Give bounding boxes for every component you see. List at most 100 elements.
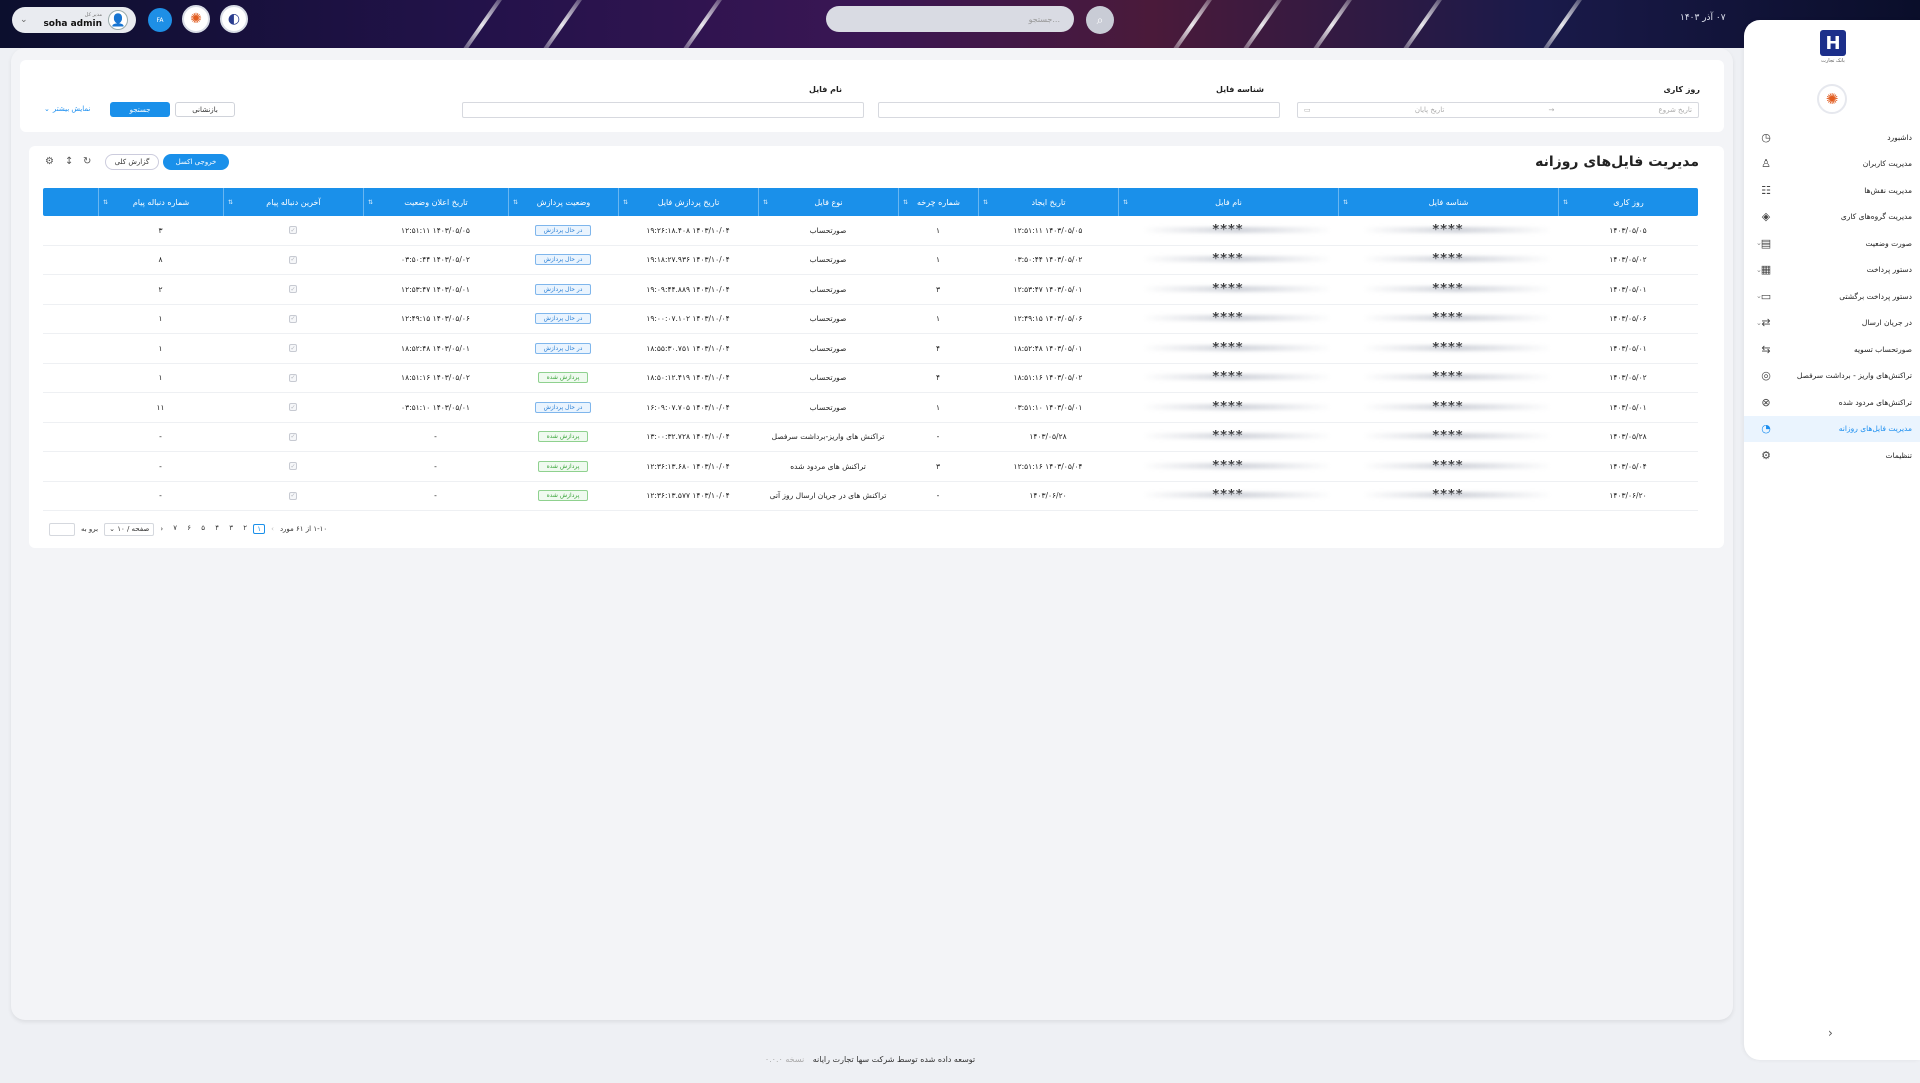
summary-report-button[interactable]: گزارش کلی <box>105 154 159 170</box>
file-name-input[interactable] <box>462 102 864 118</box>
redaction-blur <box>1362 492 1553 499</box>
chevron-down-icon[interactable]: ⌄ <box>1756 292 1762 300</box>
sidebar-item[interactable]: ◔ مدیریت فایل‌های روزانه <box>1744 415 1920 442</box>
settings-icon[interactable]: ⚙ <box>45 156 54 167</box>
sidebar-item[interactable]: ⊗ تراکنش‌های مردود شده <box>1744 389 1920 416</box>
column-height-icon[interactable]: ↕ <box>65 156 73 167</box>
column-header[interactable]: شماره دنباله پیام ⇅ <box>98 188 223 216</box>
column-header-label: نوع فایل <box>814 197 843 207</box>
search-icon[interactable]: ⌕ <box>1086 6 1114 34</box>
table-row[interactable]: ۱۴۰۳/۰۵/۰۱ **** **** ۱۴۰۳/۰۵/۰۱ ۱۸:۵۲:۴۸ ۴ صو… <box>43 334 1698 364</box>
sort-icon[interactable]: ⇅ <box>228 199 233 206</box>
column-header[interactable]: وضعیت پردازش ⇅ <box>508 188 618 216</box>
sidebar-item-label: صورت وضعیت <box>1865 238 1912 248</box>
brand-caption: بانک تجارت <box>1821 58 1845 64</box>
sidebar-item[interactable]: ▭ دستور پرداخت برگشتی ⌄ <box>1744 283 1920 310</box>
file-id-input[interactable] <box>878 102 1280 118</box>
redaction-blur <box>1362 315 1553 322</box>
sidebar-item[interactable]: ☷ مدیریت نقش‌ها <box>1744 177 1920 204</box>
table-row[interactable]: ۱۴۰۳/۰۵/۰۱ **** **** ۱۴۰۳/۰۵/۰۱ ۱۲:۵۳:۴۷ ۳ صو… <box>43 275 1698 305</box>
table-cell: ۱۴۰۳/۱۰/۰۴ ۱۸:۵۵:۳۰.۷۵۱ <box>646 343 730 353</box>
table-cell: ۱۴۰۳/۰۵/۰۱ ۰۳:۵۱:۱۰ <box>1013 402 1083 412</box>
sidebar-item-label: صورتحساب تسویه <box>1854 344 1912 354</box>
sort-icon[interactable]: ⇅ <box>1123 199 1128 206</box>
table-row[interactable]: ۱۴۰۳/۰۵/۰۲ **** **** ۱۴۰۳/۰۵/۰۲ ۰۳:۵۰:۴۴ ۱ صو… <box>43 246 1698 275</box>
sidebar-item[interactable]: ⇄ در جریان ارسال ⌄ <box>1744 310 1920 337</box>
user-menu[interactable]: ⌄ مدیر کل soha admin 👤 <box>12 7 136 33</box>
chevron-down-icon[interactable]: ⌄ <box>1756 239 1762 247</box>
sidebar-item[interactable]: ◈ مدیریت گروه‌های کاری <box>1744 204 1920 231</box>
language-switch[interactable]: FA <box>148 8 172 32</box>
table-row[interactable]: ۱۴۰۳/۰۵/۰۱ **** **** ۱۴۰۳/۰۵/۰۱ ۰۳:۵۱:۱۰ ۱ صو… <box>43 393 1698 423</box>
sort-icon[interactable]: ⇅ <box>368 199 373 206</box>
sort-icon[interactable]: ⇅ <box>103 199 108 206</box>
table-row[interactable]: ۱۴۰۳/۰۵/۰۶ **** **** ۱۴۰۳/۰۵/۰۶ ۱۲:۴۹:۱۵ ۱ صو… <box>43 305 1698 334</box>
show-more-link[interactable]: ⌄ نمایش بیشتر <box>44 105 90 113</box>
redaction-blur <box>1142 403 1333 410</box>
column-header[interactable]: شناسه فایل ⇅ <box>1338 188 1558 216</box>
table-cell: ۱۴۰۳/۱۰/۰۴ ۱۲:۳۶:۱۳.۶۸۰ <box>646 461 730 471</box>
next-page-icon[interactable]: › <box>160 525 163 533</box>
sort-icon[interactable]: ⇅ <box>1563 199 1568 206</box>
reload-icon[interactable]: ↻ <box>83 156 91 167</box>
sidebar-item[interactable]: ▦ دستور پرداخت ⌄ <box>1744 257 1920 284</box>
masked-value: **** <box>1142 488 1333 503</box>
page-number[interactable]: ۶ <box>183 524 195 534</box>
page-size-select[interactable]: ⌄ ۱۰ / صفحه <box>104 522 155 536</box>
table-row[interactable]: ۱۴۰۳/۰۵/۲۸ **** **** ۱۴۰۳/۰۵/۲۸ - تراکنش های … <box>43 423 1698 452</box>
redaction-blur <box>1142 226 1333 233</box>
status-badge: در حال پردازش <box>534 342 592 354</box>
table-row[interactable]: ۱۴۰۳/۰۶/۲۰ **** **** ۱۴۰۳/۰۶/۲۰ - تراکنش های … <box>43 482 1698 511</box>
checkbox-icon: ✓ <box>289 226 297 235</box>
masked-value: **** <box>1142 370 1333 385</box>
sidebar-item-label: دستور پرداخت برگشتی <box>1839 291 1912 301</box>
sort-icon[interactable]: ⇅ <box>623 199 628 206</box>
status-cell: پردازش شده <box>508 452 618 481</box>
search-button[interactable]: جستجو <box>110 102 170 117</box>
column-header[interactable]: آخرین دنباله پیام ⇅ <box>223 188 363 216</box>
page-number[interactable]: ۳ <box>225 524 237 534</box>
sort-icon[interactable]: ⇅ <box>1343 199 1348 206</box>
page-number[interactable]: ۴ <box>211 524 223 534</box>
redaction-blur <box>1362 256 1553 263</box>
column-header[interactable]: روز کاری ⇅ <box>1558 188 1698 216</box>
page-number[interactable]: ۲ <box>239 524 251 534</box>
sidebar-item[interactable]: ⚙ تنظیمات <box>1744 442 1920 469</box>
table-cell: ۱۴۰۳/۰۵/۰۱ <box>1609 284 1647 294</box>
sort-icon[interactable]: ⇅ <box>763 199 768 206</box>
sort-icon[interactable]: ⇅ <box>903 199 908 206</box>
collapse-sidebar-icon[interactable]: › <box>1828 1026 1833 1040</box>
sidebar-item[interactable]: ⇆ صورتحساب تسویه <box>1744 336 1920 363</box>
reset-button[interactable]: بازنشانی <box>175 102 235 117</box>
page-number[interactable]: ۵ <box>197 524 209 534</box>
sort-icon[interactable]: ⇅ <box>983 199 988 206</box>
date-range-input[interactable]: ▭ تاریخ پایان → تاریخ شروع <box>1297 102 1699 118</box>
goto-page-input[interactable] <box>49 522 75 536</box>
start-date-field[interactable]: تاریخ شروع <box>1659 106 1692 114</box>
table-cell: ۱۴۰۳/۰۵/۰۵ <box>1609 225 1647 235</box>
column-header[interactable]: نوع فایل ⇅ <box>758 188 898 216</box>
search-input[interactable]: جستجو... <box>826 6 1074 32</box>
table-row[interactable]: ۱۴۰۳/۰۵/۰۴ **** **** ۱۴۰۳/۰۵/۰۴ ۱۲:۵۱:۱۶ ۳ تر… <box>43 452 1698 482</box>
column-header[interactable]: تاریخ اعلان وضعیت ⇅ <box>363 188 508 216</box>
sidebar-item[interactable]: ♙ مدیریت کاربران <box>1744 151 1920 178</box>
column-header-label: تاریخ پردازش فایل <box>657 197 720 207</box>
end-date-field[interactable]: تاریخ پایان <box>1415 106 1444 114</box>
sidebar-item[interactable]: ▤ صورت وضعیت ⌄ <box>1744 230 1920 257</box>
column-header[interactable]: تاریخ پردازش فایل ⇅ <box>618 188 758 216</box>
prev-page-icon[interactable]: ‹ <box>271 525 274 533</box>
sidebar-item[interactable]: ◎ تراکنش‌های واریز - برداشت سرفصل <box>1744 363 1920 390</box>
column-header[interactable]: تاریخ ایجاد ⇅ <box>978 188 1118 216</box>
sidebar-item[interactable]: ◷ داشبورد <box>1744 124 1920 151</box>
table-row[interactable]: ۱۴۰۳/۰۵/۰۲ **** **** ۱۴۰۳/۰۵/۰۲ ۱۸:۵۱:۱۶ ۴ صو… <box>43 364 1698 393</box>
page-number[interactable]: ۷ <box>169 524 181 534</box>
page-number[interactable]: ۱ <box>253 524 266 534</box>
column-header[interactable]: شماره چرخه ⇅ <box>898 188 978 216</box>
excel-export-button[interactable]: خروجی اکسل <box>163 154 229 170</box>
status-badge: پردازش شده <box>537 372 589 384</box>
chevron-down-icon[interactable]: ⌄ <box>1756 319 1762 327</box>
sort-icon[interactable]: ⇅ <box>513 199 518 206</box>
table-row[interactable]: ۱۴۰۳/۰۵/۰۵ **** **** ۱۴۰۳/۰۵/۰۵ ۱۲:۵۱:۱۱ ۱ صو… <box>43 216 1698 246</box>
chevron-down-icon[interactable]: ⌄ <box>1756 266 1762 274</box>
column-header[interactable]: نام فایل ⇅ <box>1118 188 1338 216</box>
